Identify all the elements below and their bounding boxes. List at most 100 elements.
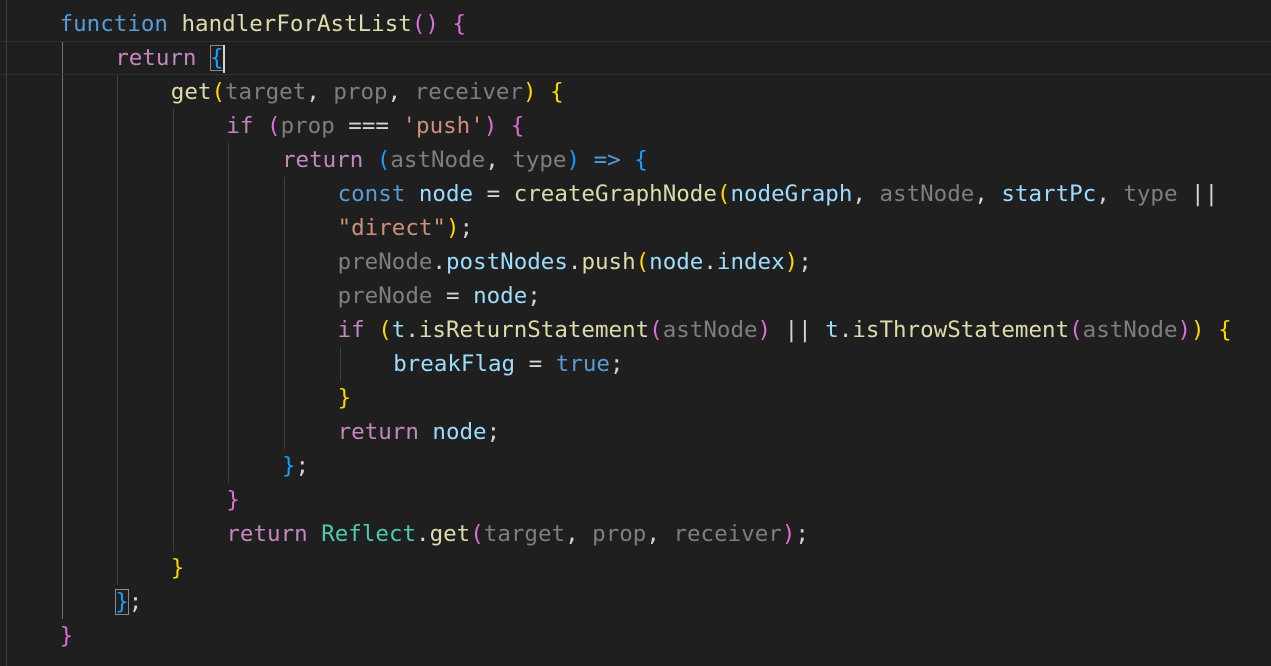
code-token: 'push' [402,113,484,139]
code-token: || [1177,181,1219,207]
code-token: ) [784,249,799,275]
code-line[interactable]: }; [115,585,142,619]
code-token: function [59,11,168,37]
code-token: ) [566,147,581,173]
code-line[interactable]: breakFlag = true; [393,347,623,381]
code-token: } [226,487,240,513]
code-token: astNode [662,317,758,343]
code-token: ; [459,215,474,241]
code-line[interactable]: "direct"); [338,211,473,245]
code-line[interactable]: } [226,483,240,517]
code-line[interactable]: } [338,381,352,415]
code-token: astNode [390,147,486,173]
code-line[interactable]: function handlerForAstList() { [60,7,466,41]
code-token: { [550,79,564,105]
code-token: === [334,113,403,139]
code-token: target [483,521,566,547]
code-token: = [473,181,514,207]
code-token: ; [128,589,143,615]
code-line[interactable]: if (t.isReturnStatement(astNode) || t.is… [338,313,1232,347]
code-token: } [115,589,129,615]
code-line[interactable]: preNode.postNodes.push(node.index); [338,245,812,279]
code-line[interactable]: return (astNode, type) => { [282,143,648,177]
code-token: ( [376,147,391,173]
code-token: startPc [1001,181,1097,207]
code-token: , [974,181,1002,207]
code-token: ( [716,181,731,207]
code-token: ) [483,113,498,139]
code-token: } [337,385,352,411]
code-token: receiver [414,79,524,105]
code-line[interactable]: return node; [338,415,501,449]
indent-guide [228,143,230,483]
code-token: return [115,45,197,71]
code-token: { [452,11,466,37]
code-line[interactable]: return Reflect.get(target, prop, receive… [226,517,809,551]
indent-guide [6,7,7,653]
code-token: handlerForAstList [181,11,412,37]
code-token: { [510,113,525,139]
code-token: astNode [879,181,975,207]
code-token: isThrowStatement [852,317,1070,343]
code-line[interactable]: preNode = node; [338,279,541,313]
code-token: ) [757,317,772,343]
code-line[interactable]: if (prop === 'push') { [226,109,524,143]
code-line[interactable]: const node = createGraphNode(nodeGraph, … [338,177,1219,211]
code-token: ; [795,521,809,547]
code-token: ( [649,317,663,343]
indent-guide [339,347,341,381]
code-token: preNode [337,249,433,275]
code-token: postNodes [445,249,568,275]
code-line[interactable]: get(target, prop, receiver) { [171,75,564,109]
code-token: return [337,419,419,445]
code-token: . [567,249,582,275]
code-token: t [825,317,839,343]
code-token: } [282,453,296,479]
code-token: } [170,555,185,581]
code-token: node [432,419,487,445]
code-token: . [838,317,853,343]
code-line[interactable]: }; [282,449,309,483]
code-token: . [405,317,419,343]
code-token: ( [267,113,281,139]
code-token: ; [527,283,541,309]
code-token: type [1123,181,1178,207]
code-token: ; [295,453,310,479]
code-token: { [1218,317,1232,343]
code-token: . [416,521,430,547]
indent-guide [61,41,63,619]
code-token: => [593,147,621,173]
code-token: receiver [673,521,782,547]
code-line[interactable]: } [171,551,185,585]
code-token: prop [333,79,388,105]
code-token: ; [486,419,501,445]
code-token: ) [445,215,460,241]
code-line[interactable]: return { [115,41,225,75]
code-token: Reflect [321,521,417,547]
code-token: createGraphNode [513,181,717,207]
code-token: astNode [1082,317,1178,343]
code-token: ) [781,521,796,547]
code-token: nodeGraph [730,181,853,207]
code-line[interactable]: } [60,619,74,653]
code-token: isReturnStatement [418,317,650,343]
code-token: , [485,147,513,173]
code-token: ; [609,351,624,377]
code-editor[interactable]: function handlerForAstList() {return {ge… [0,0,1271,666]
code-token: , [852,181,880,207]
code-token: . [432,249,446,275]
code-token: prop [592,521,647,547]
code-token: get [429,521,471,547]
code-token: ) [1191,317,1205,343]
code-token: = [515,351,556,377]
indent-guide [284,177,285,449]
code-token: const [337,181,406,207]
code-token: ( [378,317,392,343]
code-token: , [565,521,593,547]
